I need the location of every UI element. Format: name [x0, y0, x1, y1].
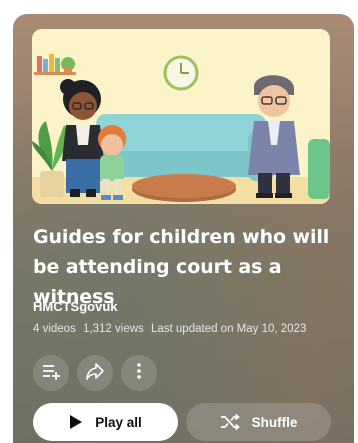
save-to-library-button[interactable] — [33, 355, 69, 391]
share-icon — [85, 361, 105, 386]
share-button[interactable] — [77, 355, 113, 391]
view-count: 1,312 views — [83, 323, 144, 335]
shuffle-button[interactable]: Shuffle — [186, 403, 331, 441]
playlist-add-icon — [41, 361, 61, 386]
last-updated: Last updated on May 10, 2023 — [150, 323, 307, 335]
play-icon — [69, 414, 83, 430]
channel-name[interactable]: HMCTSgovuk — [33, 299, 118, 314]
play-all-label: Play all — [95, 414, 142, 430]
video-count: 4 videos — [33, 323, 76, 335]
more-actions-button[interactable] — [121, 355, 157, 391]
shuffle-label: Shuffle — [251, 414, 298, 430]
playlist-header-card: Guides for children who will be attendin… — [13, 14, 354, 443]
playlist-thumbnail[interactable] — [32, 29, 330, 204]
more-vertical-icon — [129, 361, 149, 386]
thumbnail-illustration — [32, 29, 330, 204]
shuffle-icon — [220, 413, 240, 431]
playlist-metadata: 4 videos 1,312 views Last updated on May… — [33, 323, 310, 335]
play-all-button[interactable]: Play all — [33, 403, 178, 441]
playlist-panel: Guides for children who will be attendin… — [0, 0, 358, 443]
